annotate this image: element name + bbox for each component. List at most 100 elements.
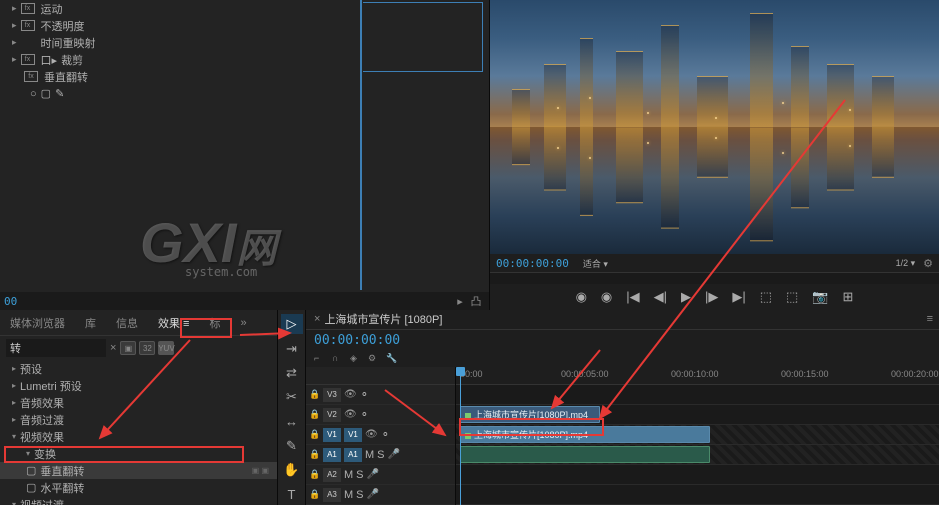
go-to-out-icon[interactable]: ▶|: [732, 289, 745, 305]
ec-label: 运动: [41, 1, 63, 17]
clear-search-icon[interactable]: ×: [110, 342, 116, 354]
sequence-tab[interactable]: 上海城市宣传片 [1080P]: [324, 311, 442, 327]
tab-markers[interactable]: 标: [205, 311, 224, 335]
horizontal-flip-effect[interactable]: ▢水平翻转: [0, 479, 277, 496]
preset-folder[interactable]: ▸预设: [0, 360, 277, 377]
track-a1[interactable]: [456, 445, 939, 465]
mark-in-icon[interactable]: ◉: [576, 289, 587, 305]
effects-tree[interactable]: ▸预设 ▸Lumetri 预设 ▸音频效果 ▸音频过渡 ▾视频效果 ▾变换 ▢垂…: [0, 360, 277, 505]
clip-a1[interactable]: [460, 446, 710, 463]
clip-v2[interactable]: 上海城市宣传片[1080P].mp4: [460, 406, 600, 423]
video-trans-folder[interactable]: ▾视频过渡: [0, 496, 277, 505]
type-tool-icon[interactable]: T: [281, 485, 303, 505]
ec-label: 时间重映射: [41, 35, 96, 51]
slip-tool-icon[interactable]: ↔: [281, 412, 303, 432]
timeline-header: × 上海城市宣传片 [1080P] ≡: [306, 310, 939, 330]
ec-nav-next-icon[interactable]: 凸: [469, 294, 483, 308]
timeline-tools: ▷ ⇥ ⇄ ✂ ↔ ✎ ✋ T: [278, 310, 306, 505]
snap-icon[interactable]: ⌐: [314, 353, 328, 365]
lumetri-folder[interactable]: ▸Lumetri 预设: [0, 377, 277, 394]
program-timecode[interactable]: 00:00:00:00: [496, 257, 569, 270]
extract-icon[interactable]: ⬚: [786, 289, 798, 305]
tab-effects[interactable]: 效果 ≡: [154, 311, 193, 335]
effects-search-row: × ▣ 32 YUV: [0, 336, 277, 360]
tab-info[interactable]: 信息: [112, 311, 142, 335]
playhead[interactable]: [460, 367, 461, 505]
ellipse-icon[interactable]: ○: [30, 88, 37, 100]
timeline-ruler[interactable]: 00:00 00:00:05:00 00:00:10:00 00:00:15:0…: [456, 367, 939, 385]
track-header-a2[interactable]: 🔒A2MS🎤: [306, 465, 455, 485]
audio-trans-folder[interactable]: ▸音频过渡: [0, 411, 277, 428]
pen-icon[interactable]: ✎: [55, 87, 64, 100]
rect-icon[interactable]: ▢: [41, 87, 51, 100]
filter-accelerated-icon[interactable]: ▣: [120, 341, 136, 355]
mic-icon[interactable]: 🎤: [367, 489, 379, 500]
track-a2[interactable]: [456, 465, 939, 485]
transport-controls: ◉ ◉ |◀ ◀| ▶ |▶ ▶| ⬚ ⬚ 📷 ⊞: [490, 284, 939, 310]
resolution-dropdown[interactable]: 1/2 ▾: [892, 257, 920, 270]
comparison-icon[interactable]: ⊞: [843, 289, 854, 305]
step-forward-icon[interactable]: |▶: [705, 289, 718, 305]
program-viewer[interactable]: [490, 0, 939, 254]
effects-search-input[interactable]: [6, 339, 106, 357]
ripple-tool-icon[interactable]: ⇄: [281, 363, 303, 383]
track-header-v2[interactable]: 🔒V2👁⚬: [306, 405, 455, 425]
marker-icon[interactable]: ◈: [350, 353, 364, 365]
track-a3[interactable]: [456, 485, 939, 505]
settings-icon[interactable]: ⚙: [368, 353, 382, 365]
timeline-tracks[interactable]: 00:00 00:00:05:00 00:00:10:00 00:00:15:0…: [456, 367, 939, 505]
ec-time: 00: [4, 295, 17, 308]
program-monitor: 00:00:00:00 适合 ▾ 1/2 ▾ ⚙ ◉ ◉ |◀ ◀| ▶ |▶ …: [490, 0, 939, 310]
sequence-menu-icon[interactable]: ≡: [927, 313, 933, 325]
track-headers: 🔒V3👁⚬ 🔒V2👁⚬ 🔒V1V1👁⚬ 🔒A1A1MS🎤 🔒A2MS🎤 🔒A3M…: [306, 367, 456, 505]
pen-tool-icon[interactable]: ✎: [281, 436, 303, 456]
effect-controls-panel: ▸fx运动 ▸fx不透明度 ▸时间重映射 ▸fx口▸裁剪 fx垂直翻转 ○▢✎ …: [0, 0, 490, 310]
tab-overflow[interactable]: »: [236, 313, 250, 333]
track-v3[interactable]: [456, 385, 939, 405]
link-icon[interactable]: ∩: [332, 353, 346, 365]
timeline-timecode[interactable]: 00:00:00:00: [314, 333, 400, 348]
selection-tool-icon[interactable]: ▷: [281, 314, 303, 334]
ec-label: 裁剪: [61, 52, 83, 68]
wrench-icon[interactable]: 🔧: [386, 353, 400, 365]
track-header-v3[interactable]: 🔒V3👁⚬: [306, 385, 455, 405]
filter-32bit-icon[interactable]: 32: [139, 341, 155, 355]
ec-bottom-bar: 00 ▸ 凸: [0, 292, 489, 310]
timeline-panel: ▷ ⇥ ⇄ ✂ ↔ ✎ ✋ T × 上海城市宣传片 [1080P] ≡ 00:0…: [278, 310, 939, 505]
go-to-in-icon[interactable]: |◀: [626, 289, 639, 305]
filter-yuv-icon[interactable]: YUV: [158, 341, 174, 355]
track-header-a1[interactable]: 🔒A1A1MS🎤: [306, 445, 455, 465]
sequence-close-icon[interactable]: ×: [314, 313, 320, 325]
tab-library[interactable]: 库: [81, 311, 100, 335]
step-back-icon[interactable]: ◀|: [654, 289, 667, 305]
mic-icon[interactable]: 🎤: [367, 469, 379, 480]
track-v2[interactable]: 上海城市宣传片[1080P].mp4: [456, 405, 939, 425]
ec-label: 不透明度: [41, 18, 85, 34]
mark-out-icon[interactable]: ◉: [601, 289, 612, 305]
transform-folder[interactable]: ▾变换: [0, 445, 277, 462]
track-v1[interactable]: 上海城市宣传片[1080P].mp4: [456, 425, 939, 445]
razor-tool-icon[interactable]: ✂: [281, 387, 303, 407]
effect-controls-list: ▸fx运动 ▸fx不透明度 ▸时间重映射 ▸fx口▸裁剪 fx垂直翻转 ○▢✎: [0, 0, 489, 292]
tab-media-browser[interactable]: 媒体浏览器: [6, 311, 69, 335]
hand-tool-icon[interactable]: ✋: [281, 460, 303, 480]
track-header-v1[interactable]: 🔒V1V1👁⚬: [306, 425, 455, 445]
audio-fx-folder[interactable]: ▸音频效果: [0, 394, 277, 411]
mic-icon[interactable]: 🎤: [388, 449, 400, 460]
vertical-flip-effect[interactable]: ▢垂直翻转▣ ▣: [0, 462, 277, 479]
clip-v1[interactable]: 上海城市宣传片[1080P].mp4: [460, 426, 710, 443]
ec-mask-tools[interactable]: ○ ▢ ✎: [0, 85, 489, 102]
export-frame-icon[interactable]: 📷: [812, 289, 828, 305]
pm-timebar: 00:00:00:00 适合 ▾ 1/2 ▾ ⚙: [490, 254, 939, 272]
fit-dropdown[interactable]: 适合 ▾: [579, 256, 612, 271]
ec-label: 垂直翻转: [44, 69, 88, 85]
watermark-sub: system.com: [185, 265, 257, 279]
video-fx-folder[interactable]: ▾视频效果: [0, 428, 277, 445]
lift-icon[interactable]: ⬚: [760, 289, 772, 305]
track-header-a3[interactable]: 🔒A3MS🎤: [306, 485, 455, 505]
ec-nav-prev-icon[interactable]: ▸: [453, 294, 467, 308]
program-scrubber[interactable]: [490, 272, 939, 284]
settings-icon[interactable]: ⚙: [923, 257, 933, 270]
track-select-tool-icon[interactable]: ⇥: [281, 338, 303, 358]
play-icon[interactable]: ▶: [681, 289, 691, 305]
